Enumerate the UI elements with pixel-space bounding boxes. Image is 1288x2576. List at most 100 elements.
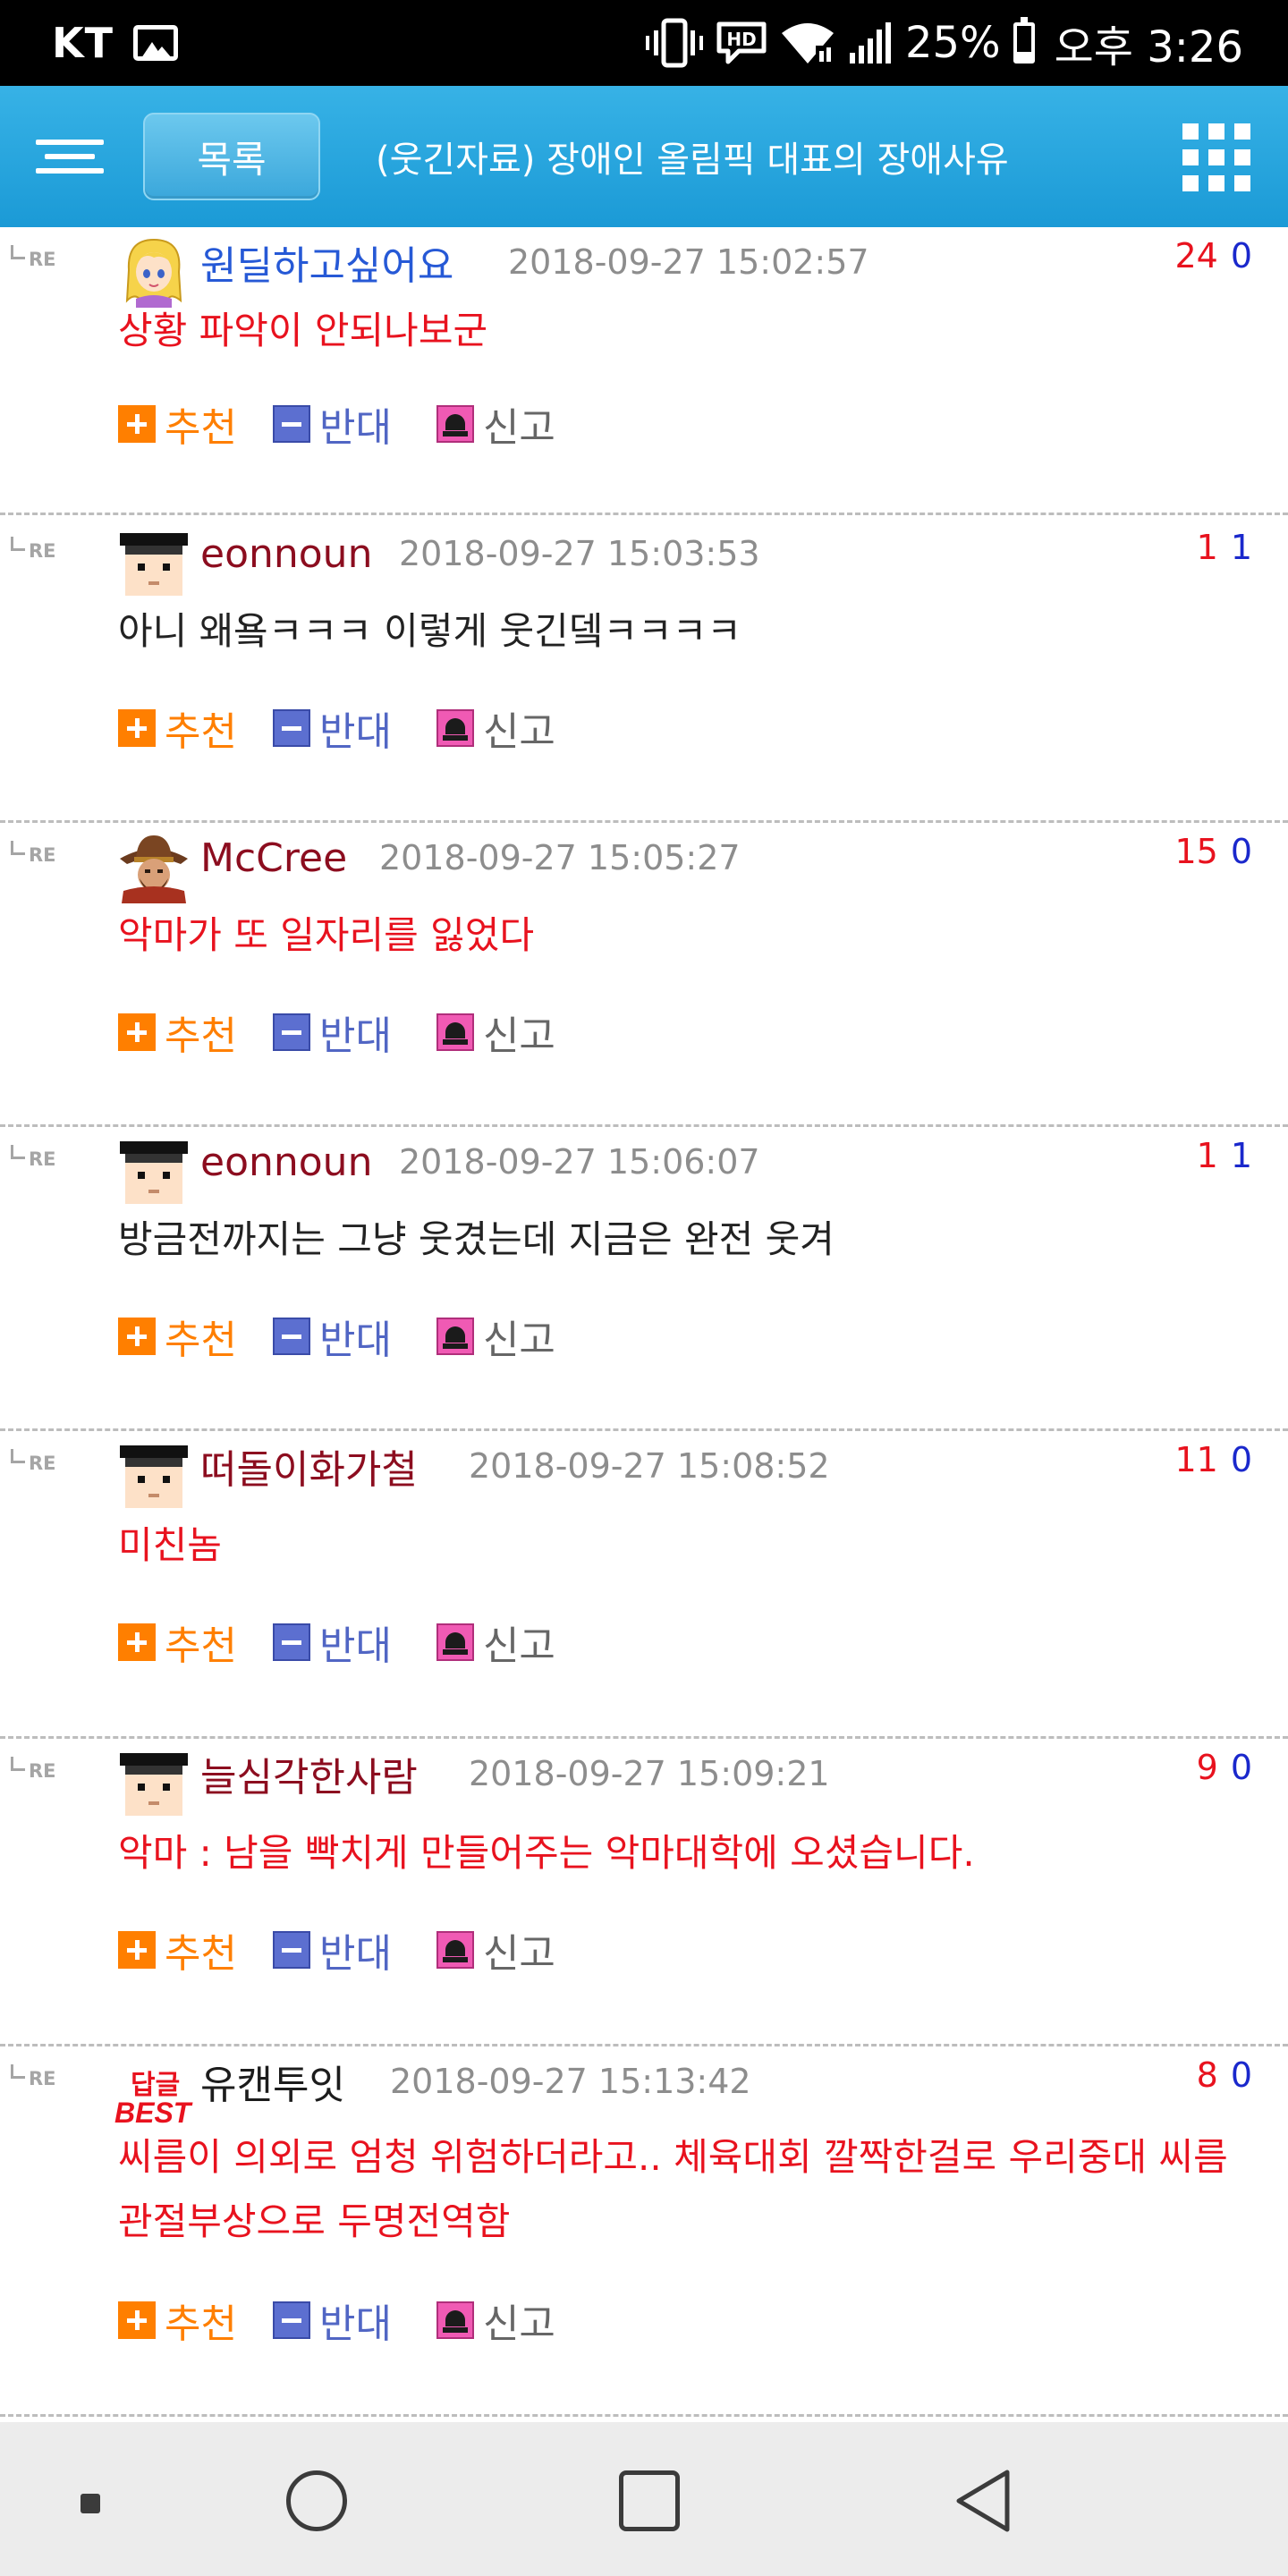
minus-icon <box>272 1931 310 1969</box>
oppose-button[interactable]: 반대 <box>272 2293 436 2347</box>
recent-apps-icon[interactable] <box>564 2422 742 2576</box>
recommend-button[interactable]: 추천 <box>118 1309 273 1363</box>
recommend-button[interactable]: 추천 <box>118 2293 273 2347</box>
recommend-button[interactable]: 추천 <box>118 1615 273 1669</box>
page-title: (웃긴자료) 장애인 올림픽 대표의 장애사유 <box>376 140 1009 181</box>
minus-icon <box>272 1318 310 1355</box>
comment-author[interactable]: 늘심각한사람 <box>200 1742 418 1805</box>
hd-voice-icon: HD <box>716 21 767 64</box>
comment-author[interactable]: eonnoun <box>200 1131 372 1193</box>
oppose-button[interactable]: 반대 <box>272 1923 436 1977</box>
report-button[interactable]: 신고 <box>436 701 555 755</box>
downvote-count: 1 <box>1230 1136 1252 1175</box>
downvote-count: 0 <box>1230 832 1252 871</box>
graduate-avatar <box>120 1445 188 1508</box>
oppose-button[interactable]: 반대 <box>272 701 436 755</box>
recommend-button[interactable]: 추천 <box>118 1005 273 1059</box>
minus-icon <box>272 1623 310 1661</box>
comment-text: 상황 파악이 안되나보군 <box>118 309 488 352</box>
plus-icon <box>118 2301 156 2339</box>
back-icon[interactable] <box>894 2422 1073 2576</box>
recommend-button[interactable]: 추천 <box>118 701 273 755</box>
comment-actions: 추천 반대 신고 <box>118 1615 555 1669</box>
siren-icon <box>436 1931 474 1969</box>
comment-actions: 추천 반대 신고 <box>118 1923 555 1977</box>
downvote-count: 0 <box>1230 1440 1252 1479</box>
grid-square <box>1234 123 1250 140</box>
comment-author[interactable]: 원딜하고싶어요 <box>200 231 453 293</box>
comment-item: RE eonnoun 2018-09-27 15:03:53 1 1 아니 왜욬… <box>0 519 1288 823</box>
report-button[interactable]: 신고 <box>436 2293 555 2347</box>
vote-counts: 11 0 <box>1174 1435 1252 1485</box>
apps-grid-icon[interactable] <box>1182 123 1250 191</box>
report-button[interactable]: 신고 <box>436 397 555 451</box>
oppose-button[interactable]: 반대 <box>272 1005 436 1059</box>
recommend-button[interactable]: 추천 <box>118 1923 273 1977</box>
downvote-count: 0 <box>1230 1748 1252 1787</box>
wifi-icon <box>781 23 834 64</box>
comment-item: RE 답글 BEST 유캔투잇 2018-09-27 15:13:42 8 0 … <box>0 2046 1288 2417</box>
report-button[interactable]: 신고 <box>436 1923 555 1977</box>
plus-icon <box>118 405 156 443</box>
comment-item: RE McCree 2018-09-27 15:05:27 15 0 악마가 또… <box>0 823 1288 1127</box>
siren-icon <box>436 1623 474 1661</box>
image-icon <box>133 25 179 61</box>
reply-icon: RE <box>11 1449 82 1476</box>
comment-author[interactable]: 유캔투잇 <box>200 2050 345 2113</box>
comment-author[interactable]: 떠돌이화가철 <box>200 1435 418 1497</box>
comment-text: 악마가 또 일자리를 잃었다 <box>118 913 535 957</box>
comment-text: 아니 왜욬ㅋㅋㅋ 이렇게 웃긴뎈ㅋㅋㅋㅋ <box>118 609 741 653</box>
upvote-count: 1 <box>1196 528 1218 567</box>
oppose-button[interactable]: 반대 <box>272 1309 436 1363</box>
grid-square <box>1234 175 1250 191</box>
status-bar: KT HD 25% 오후 3:26 <box>0 0 1288 86</box>
battery-percent: 25% <box>904 18 1001 68</box>
recommend-button[interactable]: 추천 <box>118 397 273 451</box>
oppose-button[interactable]: 반대 <box>272 397 436 451</box>
upvote-count: 1 <box>1196 1136 1218 1175</box>
oppose-button[interactable]: 반대 <box>272 1615 436 1669</box>
plus-icon <box>118 709 156 747</box>
vote-counts: 15 0 <box>1174 826 1252 877</box>
menu-icon[interactable] <box>36 140 107 175</box>
report-button[interactable]: 신고 <box>436 1309 555 1363</box>
grid-square <box>1208 123 1224 140</box>
grid-square <box>1234 149 1250 165</box>
siren-icon <box>436 1318 474 1355</box>
vote-counts: 8 0 <box>1197 2050 1252 2100</box>
plus-icon <box>118 1013 156 1051</box>
comment-item: RE 떠돌이화가철 2018-09-27 15:08:52 11 0 미친놈 추… <box>0 1431 1288 1739</box>
grid-square <box>1182 123 1199 140</box>
list-button[interactable]: 목록 <box>143 113 320 200</box>
signal-icon <box>849 22 891 64</box>
report-button[interactable]: 신고 <box>436 1005 555 1059</box>
vote-counts: 1 1 <box>1197 1131 1252 1181</box>
graduate-avatar <box>120 1141 188 1204</box>
comment-timestamp: 2018-09-27 15:02:57 <box>508 242 869 282</box>
comment-timestamp: 2018-09-27 15:09:21 <box>469 1754 830 1793</box>
graduate-avatar <box>120 533 188 596</box>
grid-square <box>1208 175 1224 191</box>
comment-timestamp: 2018-09-27 15:03:53 <box>399 534 760 573</box>
upvote-count: 11 <box>1174 1440 1218 1479</box>
comment-author[interactable]: eonnoun <box>200 522 372 585</box>
home-icon[interactable] <box>233 2422 411 2576</box>
minus-icon <box>272 709 310 747</box>
comment-author[interactable]: McCree <box>200 826 347 889</box>
comment-timestamp: 2018-09-27 15:06:07 <box>399 1142 760 1182</box>
reply-icon: RE <box>11 537 82 564</box>
dot-icon[interactable] <box>0 2422 179 2576</box>
report-button[interactable]: 신고 <box>436 1615 555 1669</box>
downvote-count: 0 <box>1230 236 1252 275</box>
minus-icon <box>272 1013 310 1051</box>
comment-actions: 추천 반대 신고 <box>118 1309 555 1363</box>
battery-icon <box>1013 17 1035 64</box>
vote-counts: 9 0 <box>1197 1742 1252 1792</box>
grid-square <box>1182 175 1199 191</box>
comment-text: 씨름이 의외로 엄청 위험하더라고.. 체육대회 깔짝한걸로 우리중대 씨름 관… <box>118 2135 1228 2243</box>
comment-text: 방금전까지는 그냥 웃겼는데 지금은 완전 웃겨 <box>118 1217 835 1261</box>
reply-icon: RE <box>11 245 82 272</box>
grid-square <box>1182 149 1199 165</box>
plus-icon <box>118 1623 156 1661</box>
upvote-count: 9 <box>1196 1748 1218 1787</box>
